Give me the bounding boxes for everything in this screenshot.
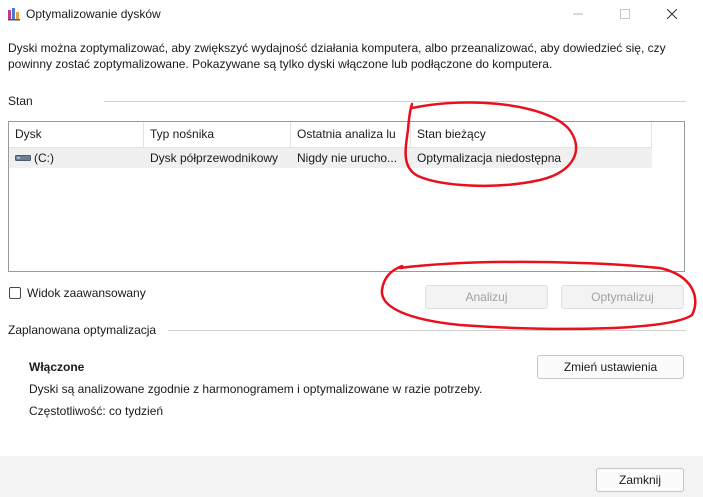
drive-icon: [15, 155, 31, 161]
current-status-cell: Optymalizacja niedostępna: [417, 151, 562, 165]
defrag-app-icon: [8, 8, 20, 21]
last-run-cell: Nigdy nie urucho...: [297, 151, 398, 165]
list-header: Dysk Typ nośnika Ostatnia analiza lu Sta…: [9, 122, 652, 148]
description-text: Dyski można zoptymalizować, aby zwiększy…: [8, 41, 666, 71]
schedule-description: Dyski są analizowane zgodnie z harmonogr…: [29, 382, 483, 396]
minimize-button[interactable]: [555, 0, 601, 28]
title-bar: Optymalizowanie dysków: [0, 0, 703, 28]
column-current-status[interactable]: Stan bieżący: [411, 122, 652, 147]
advanced-view-checkbox[interactable]: [9, 287, 21, 299]
column-drive[interactable]: Dysk: [9, 122, 144, 147]
analyze-button[interactable]: Analizuj: [425, 285, 548, 309]
maximize-icon: [620, 9, 630, 19]
close-window-button[interactable]: [649, 0, 695, 28]
column-last-run[interactable]: Ostatnia analiza lu: [291, 122, 411, 147]
close-button[interactable]: Zamknij: [596, 468, 684, 492]
maximize-button[interactable]: [602, 0, 648, 28]
scheduled-divider: [168, 330, 686, 331]
schedule-frequency: Częstotliwość: co tydzień: [29, 404, 164, 418]
drive-row[interactable]: (C:) Dysk półprzewodnikowy Nigdy nie uru…: [9, 148, 652, 168]
optimize-button[interactable]: Optymalizuj: [561, 285, 684, 309]
media-type-cell: Dysk półprzewodnikowy: [150, 151, 279, 165]
change-settings-button[interactable]: Zmień ustawienia: [537, 355, 684, 379]
scheduled-section-label: Zaplanowana optymalizacja: [8, 323, 157, 337]
column-media-type[interactable]: Typ nośnika: [144, 122, 291, 147]
advanced-view-label[interactable]: Widok zaawansowany: [27, 286, 146, 300]
drive-name: (C:): [34, 151, 54, 165]
schedule-status: Włączone: [29, 360, 85, 374]
status-divider: [104, 101, 686, 102]
drive-list[interactable]: Dysk Typ nośnika Ostatnia analiza lu Sta…: [8, 121, 685, 272]
close-icon: [667, 9, 677, 19]
drive-name-cell: (C:): [9, 148, 144, 168]
minimize-icon: [573, 13, 583, 15]
window-title: Optymalizowanie dysków: [26, 7, 161, 21]
status-section-label: Stan: [8, 94, 33, 108]
